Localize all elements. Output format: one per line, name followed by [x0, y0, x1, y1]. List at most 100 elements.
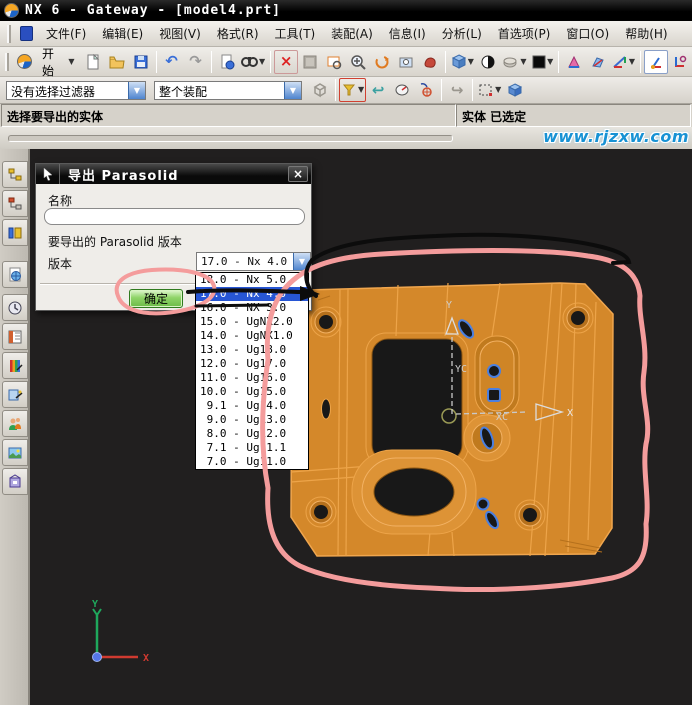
start-menu-button[interactable]: 开始▼: [36, 50, 81, 74]
name-input[interactable]: [44, 208, 305, 225]
chevron-down-icon: ▼: [259, 58, 265, 66]
menu-tools[interactable]: 工具(T): [268, 22, 323, 45]
version-label: 版本: [48, 255, 72, 272]
version-option[interactable]: 7.1 - Ug11.1: [196, 441, 308, 455]
version-combo[interactable]: 17.0 - Nx 4.0 ▼: [196, 252, 311, 271]
tab-part-navigator[interactable]: [2, 219, 28, 246]
save-button[interactable]: [129, 50, 153, 74]
tab-assembly-navigator[interactable]: [2, 161, 28, 188]
menu-analysis[interactable]: 分析(L): [435, 22, 489, 45]
sketch-icon[interactable]: [644, 50, 668, 74]
triad-y-label: Y: [92, 599, 98, 610]
wcs-x-label: X: [567, 408, 573, 419]
snap-point-icon[interactable]: [414, 78, 438, 102]
wcs-y-label: Y: [446, 300, 452, 311]
version-option[interactable]: 9.0 - Ug13.0: [196, 413, 308, 427]
version-option[interactable]: 8.0 - Ug12.0: [196, 427, 308, 441]
tab-internet-page[interactable]: [2, 261, 28, 288]
pan-icon[interactable]: [394, 50, 418, 74]
menu-edit[interactable]: 编辑(E): [95, 22, 150, 45]
tab-system-scenes[interactable]: [2, 381, 28, 408]
update-display-icon[interactable]: [298, 50, 322, 74]
menu-format[interactable]: 格式(R): [210, 22, 266, 45]
undo-icon[interactable]: ↶: [160, 50, 184, 74]
selected-hole: [488, 389, 500, 401]
chevron-down-icon[interactable]: ▼: [293, 253, 310, 270]
open-button[interactable]: [105, 50, 129, 74]
tab-history[interactable]: [2, 294, 28, 321]
version-option[interactable]: 13.0 - Ug18.0: [196, 343, 308, 357]
wcs-yc-label: YC: [455, 364, 467, 375]
menu-assemblies[interactable]: 装配(A): [324, 22, 380, 45]
back-arrow-icon[interactable]: ↩: [366, 78, 390, 102]
selection-scope-combo[interactable]: 整个装配 ▼: [154, 81, 302, 100]
chevron-down-icon: ▼: [547, 58, 553, 66]
new-part-button[interactable]: [81, 50, 105, 74]
rotate-icon[interactable]: [370, 50, 394, 74]
tab-templates[interactable]: [2, 468, 28, 495]
point-filter-icon[interactable]: ▼: [339, 78, 366, 102]
version-option[interactable]: 11.0 - Ug16.0: [196, 371, 308, 385]
gauge-icon[interactable]: [390, 78, 414, 102]
part-properties-icon[interactable]: [215, 50, 239, 74]
nx-logo-icon: [12, 50, 36, 74]
zoom-icon[interactable]: [346, 50, 370, 74]
redo-icon[interactable]: ↷: [184, 50, 208, 74]
toolbar-grip[interactable]: [5, 53, 9, 71]
watermark-text: www.rjzxw.com: [543, 127, 689, 146]
datum-sketch-icon[interactable]: [668, 50, 692, 74]
close-icon[interactable]: ×: [288, 166, 308, 182]
version-option[interactable]: 16.0 - NX 3.0: [196, 301, 308, 315]
version-option[interactable]: 9.1 - Ug14.0: [196, 399, 308, 413]
datum-plane-icon[interactable]: [586, 50, 610, 74]
menu-window[interactable]: 窗口(O): [559, 22, 616, 45]
version-option[interactable]: 15.0 - UgNX2.0: [196, 315, 308, 329]
chevron-down-icon: ▼: [520, 58, 526, 66]
shaded-part-icon[interactable]: [418, 50, 442, 74]
chevron-down-icon[interactable]: ▼: [128, 82, 145, 99]
tab-people[interactable]: [2, 410, 28, 437]
version-option[interactable]: 14.0 - UgNX1.0: [196, 329, 308, 343]
version-option-selected[interactable]: 17.0 - Nx 4.0: [196, 287, 308, 301]
status-text: 实体 已选定: [456, 104, 691, 127]
render-style-icon[interactable]: [476, 50, 500, 74]
tab-roles[interactable]: [2, 352, 28, 379]
selection-toolbar: 没有选择过滤器 ▼ 整个装配 ▼ ▼ ↩ ↪ ▼: [0, 77, 692, 104]
shaded-component-icon[interactable]: ▼: [500, 50, 529, 74]
menu-help[interactable]: 帮助(H): [618, 22, 674, 45]
menu-preferences[interactable]: 首选项(P): [491, 22, 558, 45]
dialog-titlebar[interactable]: 导出 Parasolid ×: [36, 164, 311, 184]
background-icon[interactable]: ▼: [529, 50, 556, 74]
ok-button[interactable]: 确定: [129, 289, 183, 308]
version-option[interactable]: 7.0 - Ug11.0: [196, 455, 308, 469]
view-triad: Y X: [92, 599, 149, 664]
datum-axis-icon[interactable]: ▼: [610, 50, 637, 74]
work-cube-icon[interactable]: [503, 78, 527, 102]
wcs-xc-label: XC: [496, 412, 508, 423]
chevron-down-icon[interactable]: ▼: [284, 82, 301, 99]
chevron-down-icon: ▼: [358, 86, 364, 94]
tab-constraint-navigator[interactable]: [2, 190, 28, 217]
type-filter-value: 没有选择过滤器: [7, 82, 128, 99]
version-option[interactable]: 10.0 - Ug15.0: [196, 385, 308, 399]
toolbar-grip[interactable]: [7, 25, 11, 43]
tab-system-materials[interactable]: [2, 323, 28, 350]
prompt-text: 选择要导出的实体: [1, 104, 456, 127]
version-option[interactable]: 12.0 - Ug17.0: [196, 357, 308, 371]
datum-csys-icon[interactable]: [562, 50, 586, 74]
menu-view[interactable]: 视图(V): [152, 22, 208, 45]
type-filter-combo[interactable]: 没有选择过滤器 ▼: [6, 81, 146, 100]
zoom-box-icon[interactable]: [322, 50, 346, 74]
cursor-arrow-icon: [36, 164, 60, 184]
menu-file[interactable]: 文件(F): [39, 22, 93, 45]
resource-bar: [0, 149, 30, 705]
find-component-icon[interactable]: ▼: [239, 50, 268, 74]
menu-information[interactable]: 信息(I): [382, 22, 433, 45]
fit-view-icon[interactable]: ×: [274, 50, 298, 74]
version-combo-value: 17.0 - Nx 4.0: [197, 253, 293, 270]
marquee-select-icon[interactable]: ▼: [476, 78, 503, 102]
tab-materials-image[interactable]: [2, 439, 28, 466]
version-option[interactable]: 18.0 - Nx 5.0: [196, 273, 308, 287]
progress-bar-row: www.rjzxw.com: [0, 127, 692, 149]
iso-view-icon[interactable]: ▼: [449, 50, 476, 74]
